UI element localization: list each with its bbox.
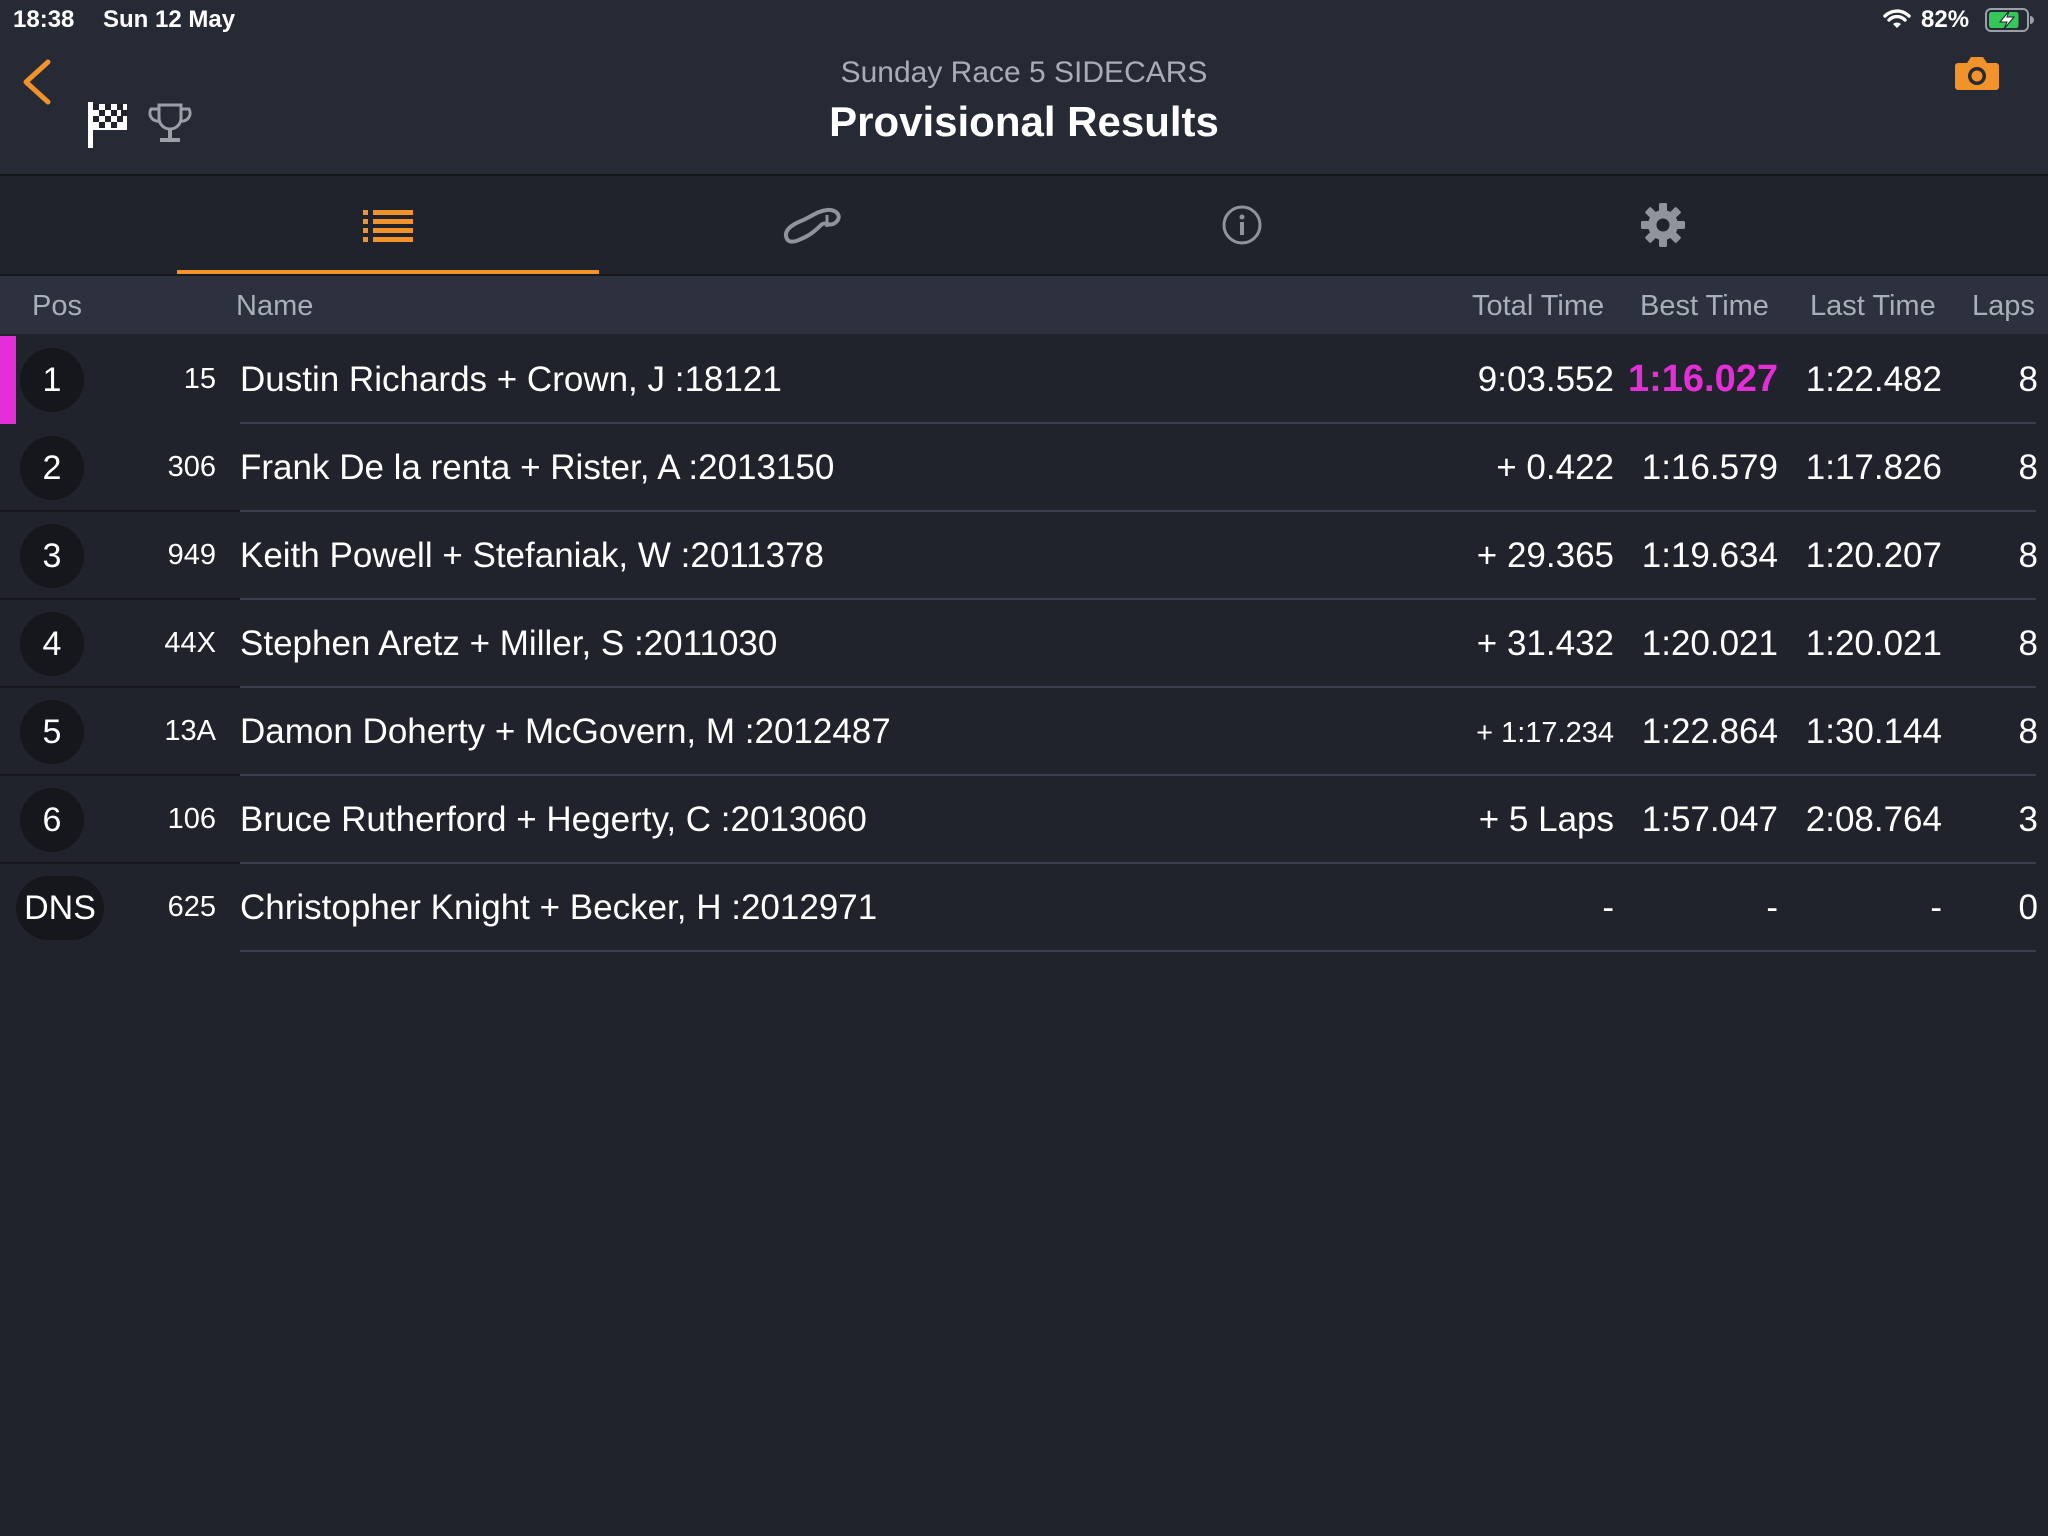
laps-count: 8 xyxy=(2018,536,2038,575)
camera-button[interactable] xyxy=(1954,54,2000,97)
nav-header: Sunday Race 5 SIDECARS Provisional Resul… xyxy=(0,40,2048,176)
race-number: 625 xyxy=(167,891,216,923)
status-time: 18:38 xyxy=(13,6,75,33)
best-time: 1:19.634 xyxy=(1641,536,1778,575)
laps-count: 8 xyxy=(2018,360,2038,399)
race-number: 13A xyxy=(164,715,216,747)
rider-name: Dustin Richards + Crown, J :18121 xyxy=(240,360,782,399)
result-row[interactable]: 5 13A Damon Doherty + McGovern, M :20124… xyxy=(0,688,2048,776)
total-time: + 1:17.234 xyxy=(1476,717,1614,749)
laps-count: 8 xyxy=(2018,448,2038,487)
column-header-pos[interactable]: Pos xyxy=(32,290,82,323)
wifi-icon xyxy=(1882,8,1912,35)
best-time-fastest: 1:16.027 xyxy=(1627,358,1778,400)
result-row[interactable]: 6 106 Bruce Rutherford + Hegerty, C :201… xyxy=(0,776,2048,864)
rider-name: Bruce Rutherford + Hegerty, C :2013060 xyxy=(240,800,867,839)
gear-icon xyxy=(1641,203,1685,247)
status-date: Sun 12 May xyxy=(103,6,236,33)
race-number: 15 xyxy=(183,363,216,395)
rider-name: Christopher Knight + Becker, H :2012971 xyxy=(240,888,878,927)
result-row[interactable]: 4 44X Stephen Aretz + Miller, S :2011030… xyxy=(0,600,2048,688)
total-time: + 31.432 xyxy=(1476,624,1614,663)
results-column-headers: Pos Name Total Time Best Time Last Time … xyxy=(0,276,2048,334)
result-row[interactable]: 1 15 Dustin Richards + Crown, J :18121 9… xyxy=(0,336,2048,424)
column-header-best-time[interactable]: Best Time xyxy=(1640,290,1769,323)
laps-count: 0 xyxy=(2018,888,2038,927)
rider-name: Damon Doherty + McGovern, M :2012487 xyxy=(240,712,891,751)
position-badge: 2 xyxy=(20,436,84,500)
last-time: 1:20.021 xyxy=(1805,624,1942,663)
race-number: 949 xyxy=(167,539,216,571)
total-time: + 0.422 xyxy=(1496,448,1614,487)
best-time: 1:20.021 xyxy=(1641,624,1778,663)
last-time: 1:22.482 xyxy=(1805,360,1942,399)
total-time: + 29.365 xyxy=(1476,536,1614,575)
row-divider xyxy=(240,950,2036,952)
info-icon xyxy=(1222,205,1262,245)
tab-settings[interactable] xyxy=(1452,176,1874,274)
best-time: 1:22.864 xyxy=(1641,712,1778,751)
best-time: 1:16.579 xyxy=(1641,448,1778,487)
last-time: 1:17.826 xyxy=(1805,448,1942,487)
status-bar: 18:38 Sun 12 May 82% xyxy=(0,0,2048,40)
page-title: Provisional Results xyxy=(829,98,1219,145)
race-number: 106 xyxy=(167,803,216,835)
race-subtitle: Sunday Race 5 SIDECARS xyxy=(840,56,1208,89)
battery-charging-icon xyxy=(1985,8,2035,37)
battery-percent: 82% xyxy=(1921,6,1970,33)
laps-count: 3 xyxy=(2018,800,2038,839)
total-time: + 5 Laps xyxy=(1478,800,1614,839)
list-icon xyxy=(363,210,413,242)
best-time: 1:57.047 xyxy=(1641,800,1778,839)
result-row[interactable]: DNS 625 Christopher Knight + Becker, H :… xyxy=(0,864,2048,952)
tab-results-list[interactable] xyxy=(177,176,599,274)
race-number: 44X xyxy=(164,627,216,659)
last-time: - xyxy=(1930,888,1942,927)
best-time: - xyxy=(1766,888,1778,927)
tab-track-map[interactable] xyxy=(602,176,1024,274)
column-header-name[interactable]: Name xyxy=(236,290,313,323)
position-badge: 5 xyxy=(20,700,84,764)
tab-bar xyxy=(0,176,2048,276)
last-time: 1:20.207 xyxy=(1805,536,1942,575)
total-time: 9:03.552 xyxy=(1477,360,1614,399)
rider-name: Stephen Aretz + Miller, S :2011030 xyxy=(240,624,778,663)
laps-count: 8 xyxy=(2018,624,2038,663)
column-header-last-time[interactable]: Last Time xyxy=(1810,290,1936,323)
rider-name: Keith Powell + Stefaniak, W :2011378 xyxy=(240,536,825,575)
result-row[interactable]: 3 949 Keith Powell + Stefaniak, W :20113… xyxy=(0,512,2048,600)
leader-marker xyxy=(0,336,16,424)
position-badge: 1 xyxy=(20,348,84,412)
column-header-laps[interactable]: Laps xyxy=(1972,290,2035,323)
laps-count: 8 xyxy=(2018,712,2038,751)
position-badge: 6 xyxy=(20,788,84,852)
last-time: 1:30.144 xyxy=(1805,712,1942,751)
rider-name: Frank De la renta + Rister, A :2013150 xyxy=(240,448,835,487)
column-header-total-time[interactable]: Total Time xyxy=(1472,290,1604,323)
camera-icon xyxy=(1955,57,1999,90)
position-badge: 3 xyxy=(20,524,84,588)
position-badge: 4 xyxy=(20,612,84,676)
tab-info[interactable] xyxy=(1031,176,1453,274)
position-badge: DNS xyxy=(16,876,104,940)
result-row[interactable]: 2 306 Frank De la renta + Rister, A :201… xyxy=(0,424,2048,512)
race-number: 306 xyxy=(167,451,216,483)
last-time: 2:08.764 xyxy=(1805,800,1942,839)
track-icon xyxy=(784,207,841,244)
total-time: - xyxy=(1602,888,1614,927)
